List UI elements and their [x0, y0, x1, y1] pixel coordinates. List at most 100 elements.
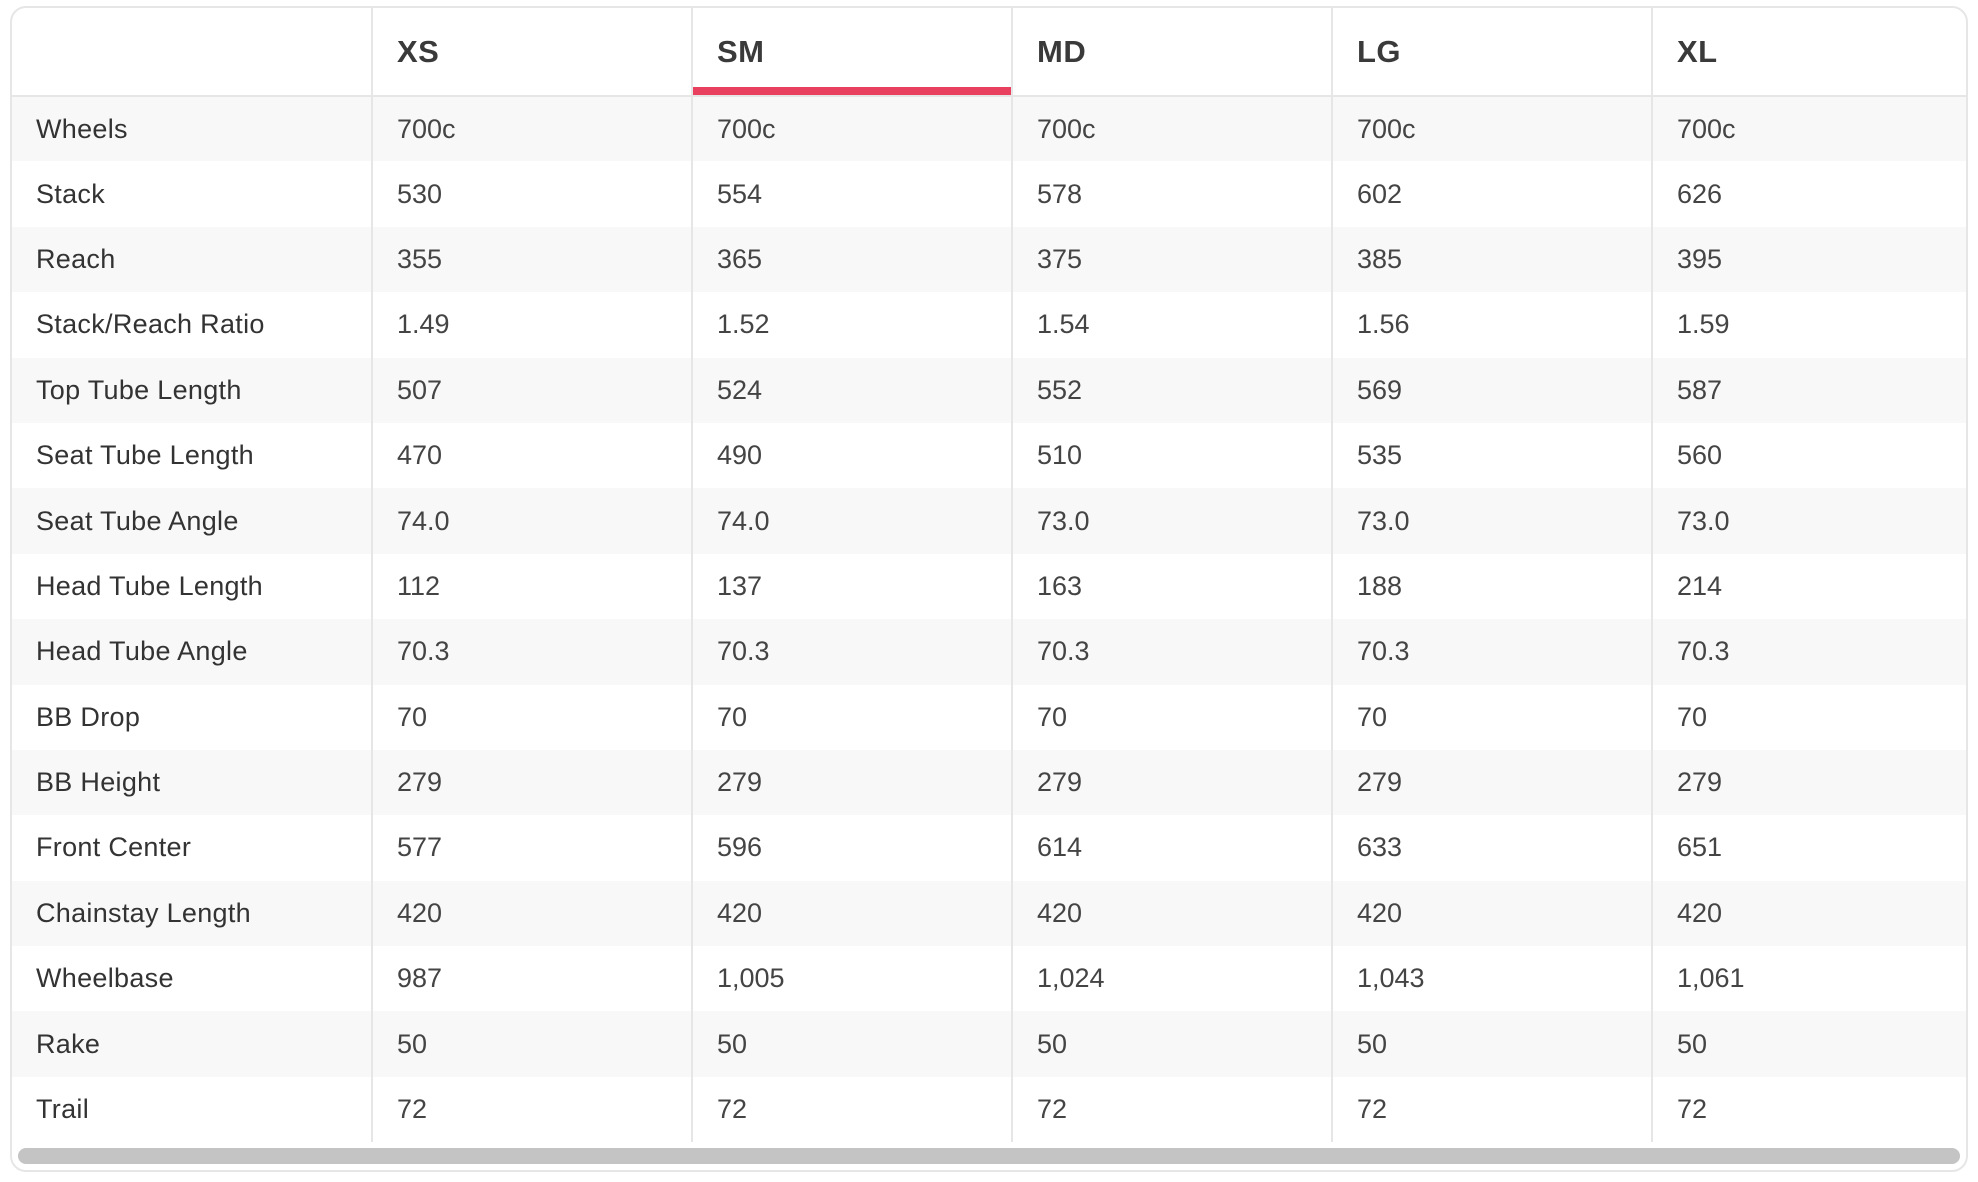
- table-cell: 587: [1651, 357, 1966, 423]
- table-row: Seat Tube Angle 74.0 74.0 73.0 73.0 73.0: [12, 488, 1966, 554]
- header-row: XS SM MD LG XL: [12, 8, 1966, 97]
- table-row: Seat Tube Length 470 490 510 535 560: [12, 422, 1966, 489]
- table-cell: 1,043: [1331, 946, 1652, 1012]
- table-cell: 395: [1651, 226, 1966, 293]
- row-label: Front Center: [12, 815, 372, 881]
- size-tab-xs[interactable]: XS: [371, 8, 692, 97]
- table-cell: 279: [1011, 749, 1332, 816]
- table-cell: 700c: [371, 96, 692, 162]
- table-header: XS SM MD LG XL: [12, 8, 1966, 97]
- table-cell: 1.49: [371, 292, 692, 358]
- row-label: Chainstay Length: [12, 880, 372, 947]
- size-tab-sm[interactable]: SM: [691, 8, 1012, 97]
- row-label: Stack: [12, 161, 372, 227]
- table-cell: 70: [1651, 684, 1966, 750]
- table-cell: 355: [371, 226, 692, 293]
- table-cell: 524: [691, 357, 1012, 423]
- table-row: BB Drop 70 70 70 70 70: [12, 684, 1966, 750]
- table-body: Wheels 700c 700c 700c 700c 700c Stack 530 554 578…: [12, 96, 1966, 1143]
- table-cell: 70.3: [1331, 619, 1652, 685]
- corner-cell: [12, 8, 372, 97]
- table-cell: 535: [1331, 422, 1652, 489]
- table-cell: 50: [371, 1011, 692, 1077]
- table-cell: 633: [1331, 815, 1652, 881]
- table-cell: 74.0: [691, 488, 1012, 554]
- table-cell: 73.0: [1331, 488, 1652, 554]
- table-row: Trail 72 72 72 72 72: [12, 1076, 1966, 1143]
- table-cell: 385: [1331, 226, 1652, 293]
- table-cell: 1.54: [1011, 292, 1332, 358]
- table-cell: 72: [371, 1076, 692, 1143]
- table-cell: 614: [1011, 815, 1332, 881]
- table-row: Stack 530 554 578 602 626: [12, 161, 1966, 227]
- row-label: Top Tube Length: [12, 357, 372, 423]
- row-label: Rake: [12, 1011, 372, 1077]
- table-cell: 530: [371, 161, 692, 227]
- table-cell: 50: [1011, 1011, 1332, 1077]
- row-label: Trail: [12, 1076, 372, 1143]
- size-tab-md[interactable]: MD: [1011, 8, 1332, 97]
- table-cell: 375: [1011, 226, 1332, 293]
- table-cell: 420: [691, 880, 1012, 947]
- table-cell: 420: [1651, 880, 1966, 947]
- row-label: Seat Tube Length: [12, 422, 372, 489]
- table-cell: 700c: [1651, 96, 1966, 162]
- table-row: Stack/Reach Ratio 1.49 1.52 1.54 1.56 1.59: [12, 292, 1966, 358]
- table-row: Top Tube Length 507 524 552 569 587: [12, 357, 1966, 423]
- table-cell: 73.0: [1011, 488, 1332, 554]
- table-cell: 73.0: [1651, 488, 1966, 554]
- table-cell: 137: [691, 553, 1012, 620]
- table-cell: 552: [1011, 357, 1332, 423]
- table-cell: 1.56: [1331, 292, 1652, 358]
- horizontal-scrollbar[interactable]: [18, 1148, 1960, 1164]
- table-cell: 1.59: [1651, 292, 1966, 358]
- table-row: Wheelbase 987 1,005 1,024 1,043 1,061: [12, 946, 1966, 1012]
- table-cell: 50: [691, 1011, 1012, 1077]
- table-cell: 279: [1651, 749, 1966, 816]
- table-row: BB Height 279 279 279 279 279: [12, 749, 1966, 816]
- row-label: Head Tube Length: [12, 553, 372, 620]
- table-cell: 987: [371, 946, 692, 1012]
- table-cell: 70.3: [691, 619, 1012, 685]
- table-cell: 74.0: [371, 488, 692, 554]
- row-label: Reach: [12, 226, 372, 293]
- table-cell: 279: [1331, 749, 1652, 816]
- table-cell: 70.3: [1011, 619, 1332, 685]
- table-cell: 72: [1011, 1076, 1332, 1143]
- table-row: Reach 355 365 375 385 395: [12, 226, 1966, 293]
- scrollbar-thumb[interactable]: [18, 1148, 1960, 1164]
- table-cell: 50: [1651, 1011, 1966, 1077]
- table-row: Head Tube Angle 70.3 70.3 70.3 70.3 70.3: [12, 619, 1966, 685]
- row-label: Stack/Reach Ratio: [12, 292, 372, 358]
- size-tab-lg[interactable]: LG: [1331, 8, 1652, 97]
- table-cell: 578: [1011, 161, 1332, 227]
- table-cell: 214: [1651, 553, 1966, 620]
- table-cell: 1.52: [691, 292, 1012, 358]
- table-cell: 163: [1011, 553, 1332, 620]
- table-cell: 279: [691, 749, 1012, 816]
- table-cell: 420: [371, 880, 692, 947]
- row-label: Wheels: [12, 96, 372, 162]
- table-row: Chainstay Length 420 420 420 420 420: [12, 880, 1966, 947]
- table-cell: 602: [1331, 161, 1652, 227]
- row-label: BB Drop: [12, 684, 372, 750]
- table-cell: 569: [1331, 357, 1652, 423]
- row-label: Head Tube Angle: [12, 619, 372, 685]
- table-cell: 560: [1651, 422, 1966, 489]
- geometry-table: XS SM MD LG XL Wheels 700c 700c 700c 700c 700…: [12, 8, 1966, 1143]
- table-row: Front Center 577 596 614 633 651: [12, 815, 1966, 881]
- row-label: Wheelbase: [12, 946, 372, 1012]
- table-cell: 1,005: [691, 946, 1012, 1012]
- row-label: BB Height: [12, 749, 372, 816]
- table-cell: 651: [1651, 815, 1966, 881]
- geometry-table-container: XS SM MD LG XL Wheels 700c 700c 700c 700c 700…: [10, 6, 1968, 1172]
- table-cell: 365: [691, 226, 1012, 293]
- table-cell: 700c: [1331, 96, 1652, 162]
- table-cell: 1,024: [1011, 946, 1332, 1012]
- table-cell: 1,061: [1651, 946, 1966, 1012]
- size-tab-xl[interactable]: XL: [1651, 8, 1966, 97]
- table-row: Rake 50 50 50 50 50: [12, 1011, 1966, 1077]
- table-cell: 112: [371, 553, 692, 620]
- table-cell: 510: [1011, 422, 1332, 489]
- table-cell: 470: [371, 422, 692, 489]
